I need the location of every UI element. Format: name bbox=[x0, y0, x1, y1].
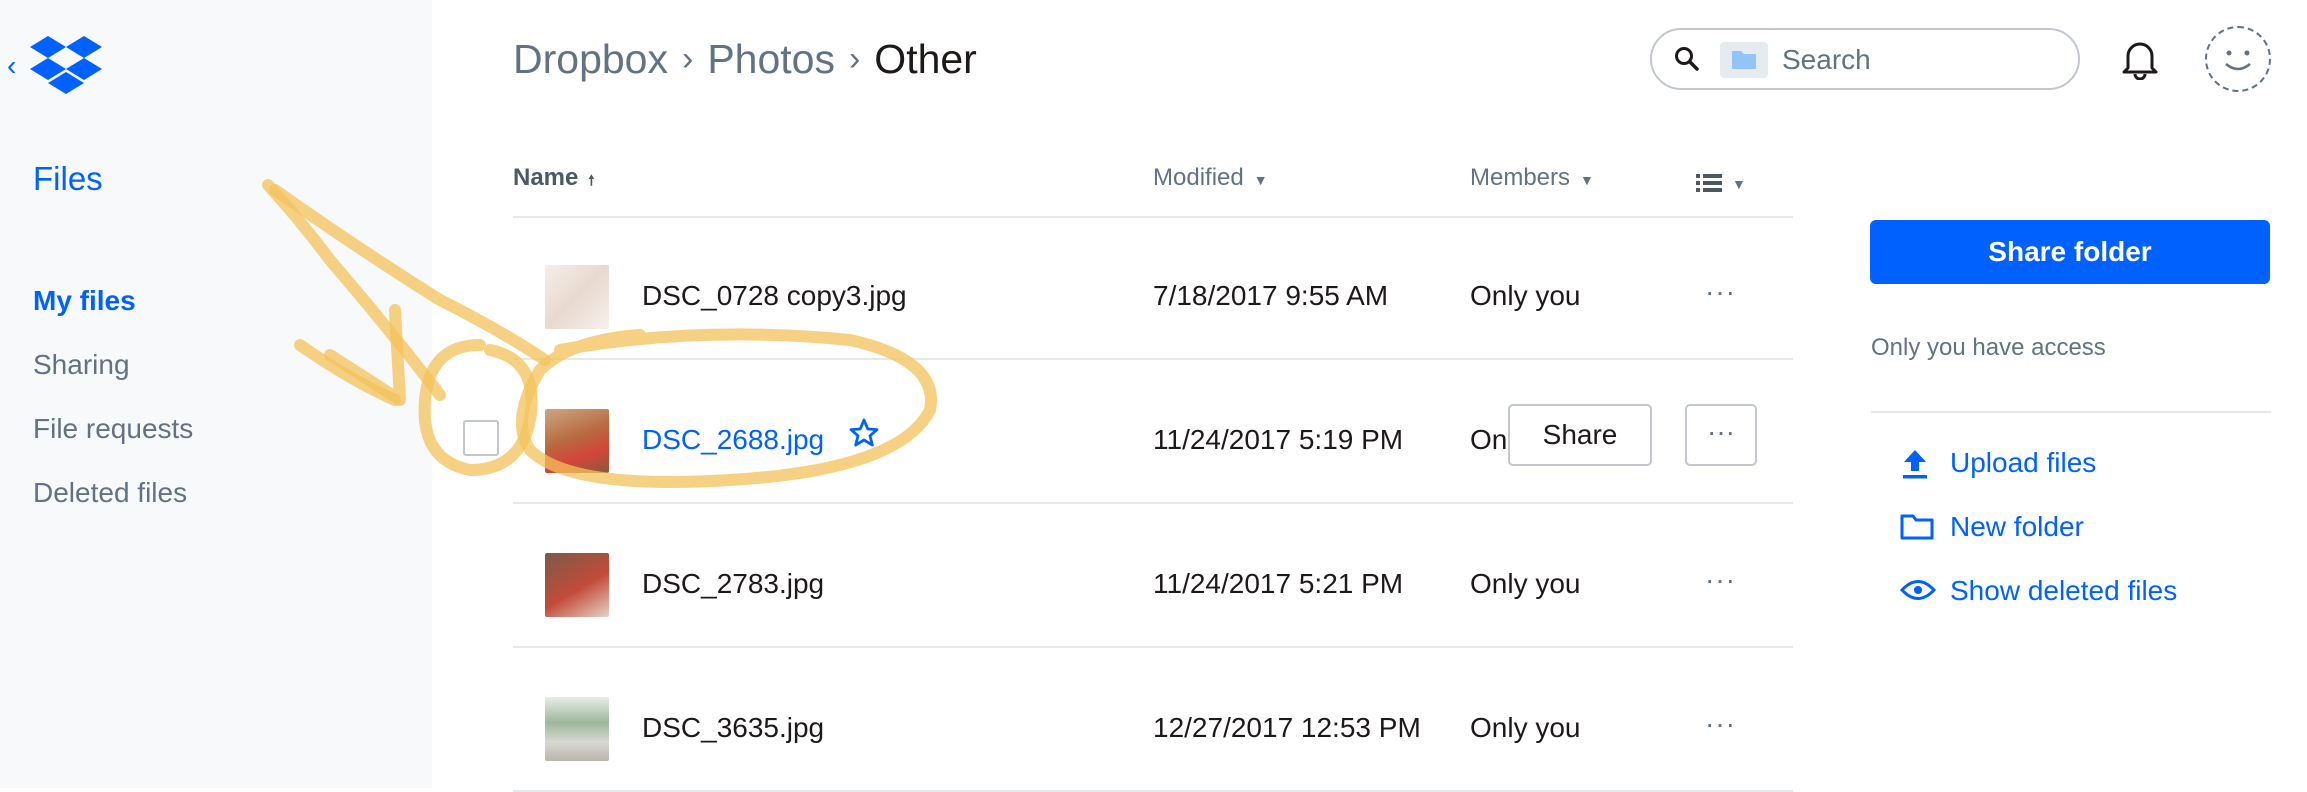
file-thumbnail bbox=[545, 553, 609, 617]
back-chevron-icon[interactable]: ‹ bbox=[7, 50, 16, 82]
file-members: Only you bbox=[1470, 712, 1581, 743]
smiley-icon bbox=[2225, 50, 2251, 71]
file-members: Only you bbox=[1470, 568, 1581, 599]
file-thumbnail bbox=[545, 265, 609, 329]
file-modified: 11/24/2017 5:19 PM bbox=[1153, 424, 1404, 455]
bell-icon[interactable] bbox=[2120, 36, 2160, 85]
row-checkbox[interactable] bbox=[463, 420, 499, 456]
file-name[interactable]: DSC_2783.jpg bbox=[642, 568, 824, 600]
sidebar-item-deleted-files[interactable]: Deleted files bbox=[33, 477, 187, 509]
file-thumbnail bbox=[545, 697, 609, 761]
file-members: Only you bbox=[1470, 280, 1581, 311]
breadcrumb-item-photos[interactable]: Photos bbox=[707, 36, 835, 82]
sidebar: ‹ Files My files Sharing File requests D… bbox=[0, 0, 432, 788]
more-options-icon[interactable]: ··· bbox=[1705, 276, 1736, 308]
view-options-button[interactable]: ▼ bbox=[1696, 172, 1746, 200]
file-modified: 11/24/2017 5:21 PM bbox=[1153, 568, 1404, 599]
file-thumbnail bbox=[545, 409, 609, 473]
search-input[interactable] bbox=[1780, 42, 2054, 78]
file-members: On bbox=[1470, 424, 1508, 455]
share-folder-button[interactable]: Share folder bbox=[1870, 220, 2270, 284]
folder-scope-icon[interactable] bbox=[1720, 42, 1768, 78]
table-row-hovered[interactable]: DSC_2688.jpg 11/24/2017 5:19 PM On Share… bbox=[463, 362, 1793, 504]
more-options-icon[interactable]: ··· bbox=[1705, 564, 1736, 596]
column-header-members[interactable]: Members ▼ bbox=[1470, 164, 1594, 192]
more-options-button[interactable]: ··· bbox=[1685, 404, 1757, 466]
sidebar-item-sharing[interactable]: Sharing bbox=[33, 349, 130, 381]
table-row[interactable]: DSC_0728 copy3.jpg 7/18/2017 9:55 AM Onl… bbox=[513, 218, 1793, 360]
list-view-icon bbox=[1696, 174, 1722, 192]
folder-icon bbox=[1900, 511, 1934, 548]
sidebar-item-file-requests[interactable]: File requests bbox=[33, 413, 193, 445]
table-row[interactable]: DSC_3635.jpg 12/27/2017 12:53 PM Only yo… bbox=[513, 650, 1793, 792]
caret-down-icon: ▼ bbox=[1580, 172, 1594, 188]
table-header: Name 🠕 Modified ▼ Members ▼ ▼ bbox=[513, 164, 1793, 218]
divider bbox=[1871, 411, 2271, 413]
upload-icon bbox=[1900, 447, 1930, 488]
search-box[interactable] bbox=[1650, 28, 2080, 90]
file-modified: 7/18/2017 9:55 AM bbox=[1153, 280, 1389, 311]
breadcrumb: Dropbox › Photos › Other bbox=[513, 36, 977, 83]
star-icon[interactable] bbox=[849, 418, 879, 453]
table-row[interactable]: DSC_2783.jpg 11/24/2017 5:21 PM Only you… bbox=[513, 506, 1793, 648]
search-icon bbox=[1674, 46, 1700, 77]
nav-files[interactable]: Files bbox=[33, 160, 103, 198]
sort-arrow-up-icon: 🠕 bbox=[588, 172, 595, 188]
access-text: Only you have access bbox=[1871, 334, 2106, 361]
file-modified: 12/27/2017 12:53 PM bbox=[1153, 712, 1421, 743]
caret-down-icon: ▼ bbox=[1253, 172, 1268, 188]
avatar[interactable] bbox=[2205, 26, 2271, 92]
caret-down-icon: ▼ bbox=[1732, 176, 1746, 192]
eye-icon bbox=[1899, 575, 1937, 612]
file-name[interactable]: DSC_2688.jpg bbox=[642, 424, 824, 456]
file-name[interactable]: DSC_0728 copy3.jpg bbox=[642, 280, 907, 312]
file-name[interactable]: DSC_3635.jpg bbox=[642, 712, 824, 744]
chevron-right-icon: › bbox=[681, 40, 694, 78]
dropbox-logo-icon[interactable] bbox=[30, 36, 102, 99]
chevron-right-icon: › bbox=[848, 40, 861, 78]
sidebar-item-my-files[interactable]: My files bbox=[33, 285, 136, 317]
share-button[interactable]: Share bbox=[1508, 404, 1652, 466]
column-header-name[interactable]: Name 🠕 bbox=[513, 164, 594, 194]
column-header-modified[interactable]: Modified ▼ bbox=[1153, 164, 1268, 192]
breadcrumb-item-dropbox[interactable]: Dropbox bbox=[513, 36, 668, 82]
breadcrumb-item-current: Other bbox=[874, 36, 977, 82]
more-options-icon[interactable]: ··· bbox=[1705, 708, 1736, 740]
